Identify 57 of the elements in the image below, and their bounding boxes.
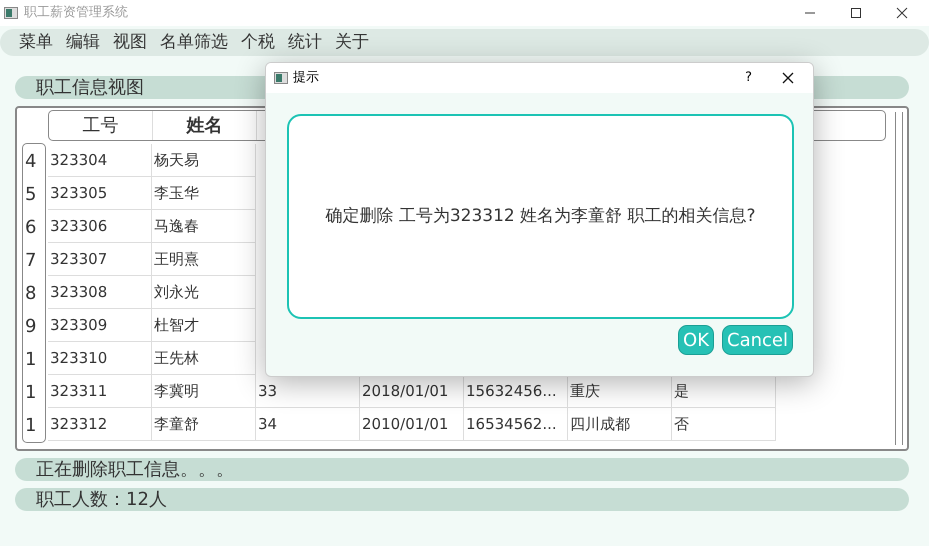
table-cell: 323308 xyxy=(48,276,152,309)
table-cell: 323307 xyxy=(48,243,152,276)
close-icon[interactable] xyxy=(782,72,794,84)
table-cell: 马逸春 xyxy=(152,210,256,243)
table-cell: 2018/01/01 xyxy=(360,375,464,408)
help-button[interactable]: ? xyxy=(745,68,752,88)
column-header[interactable]: 姓名 xyxy=(153,111,257,140)
dialog-title: 提示 xyxy=(293,69,319,88)
menu-item[interactable]: 编辑 xyxy=(66,30,100,56)
table-cell: 四川成都 xyxy=(568,408,672,441)
menu-item[interactable]: 个税 xyxy=(241,30,275,56)
table-cell: 杨天易 xyxy=(152,144,256,177)
table-cell: 323309 xyxy=(48,309,152,342)
table-cell: 李冀明 xyxy=(152,375,256,408)
menu-item[interactable]: 关于 xyxy=(335,30,369,56)
app-icon xyxy=(274,72,288,84)
table-cell: 16534562... xyxy=(464,408,568,441)
table-cell: 323310 xyxy=(48,342,152,375)
menu-item[interactable]: 名单筛选 xyxy=(160,30,228,56)
table-cell: 323305 xyxy=(48,177,152,210)
table-cell: 是 xyxy=(672,375,776,408)
column-header[interactable]: 工号 xyxy=(49,111,153,140)
table-cell: 323311 xyxy=(48,375,152,408)
table-cell: 李童舒 xyxy=(152,408,256,441)
confirm-message: 确定删除 工号为323312 姓名为李童舒 职工的相关信息? xyxy=(325,204,756,228)
table-cell: 33 xyxy=(256,375,360,408)
row-number: 1 xyxy=(25,350,37,370)
row-number: 8 xyxy=(25,284,37,304)
table-cell: 王先林 xyxy=(152,342,256,375)
row-number: 1 xyxy=(25,416,37,436)
table-cell: 李玉华 xyxy=(152,177,256,210)
row-number: 6 xyxy=(25,218,37,238)
table-cell: 323312 xyxy=(48,408,152,441)
table-cell: 34 xyxy=(256,408,360,441)
table-cell: 刘永光 xyxy=(152,276,256,309)
status-text: 正在删除职工信息。。。 xyxy=(36,460,234,478)
menu-item[interactable]: 视图 xyxy=(113,30,147,56)
panel-title: 职工信息视图 xyxy=(36,78,144,96)
table-cell: 王明熹 xyxy=(152,243,256,276)
table-cell: 杜智才 xyxy=(152,309,256,342)
row-number: 4 xyxy=(25,152,37,172)
menu-item[interactable]: 统计 xyxy=(288,30,322,56)
row-number: 1 xyxy=(25,383,37,403)
scrollbar[interactable] xyxy=(895,112,903,445)
table-cell: 323306 xyxy=(48,210,152,243)
row-number: 7 xyxy=(25,251,37,271)
table-cell: 否 xyxy=(672,408,776,441)
app-icon xyxy=(4,7,18,19)
table-cell: 323304 xyxy=(48,144,152,177)
table-cell: 2010/01/01 xyxy=(360,408,464,441)
row-number: 5 xyxy=(25,185,37,205)
row-number: 9 xyxy=(25,317,37,337)
employee-count: 职工人数：12人 xyxy=(36,490,167,508)
menu-item[interactable]: 菜单 xyxy=(19,30,53,56)
table-cell: 15632456... xyxy=(464,375,568,408)
table-cell: 重庆 xyxy=(568,375,672,408)
window-title: 职工薪资管理系统 xyxy=(24,4,128,22)
